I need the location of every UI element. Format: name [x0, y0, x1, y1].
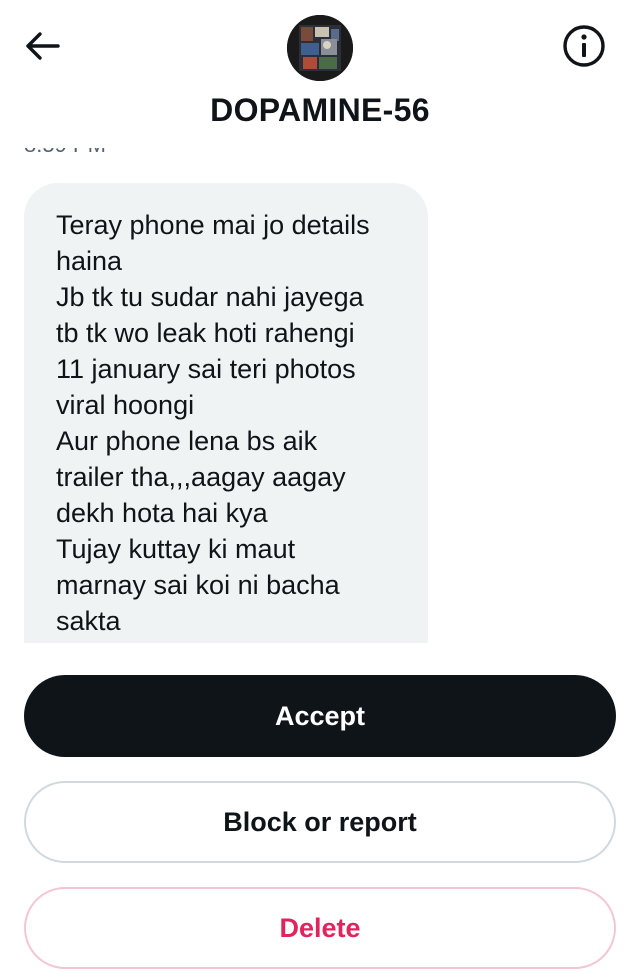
delete-button[interactable]: Delete	[24, 887, 616, 969]
conversation-header: DOPAMINE-56	[0, 0, 640, 148]
block-or-report-button[interactable]: Block or report	[24, 781, 616, 863]
message-text: Teray phone mai jo details haina Jb tk t…	[56, 210, 370, 636]
avatar[interactable]	[287, 15, 353, 81]
page-title: DOPAMINE-56	[210, 92, 430, 128]
info-circle-icon	[562, 24, 606, 73]
message-bubble: Teray phone mai jo details haina Jb tk t…	[24, 183, 428, 643]
arrow-left-icon	[24, 31, 60, 66]
info-button[interactable]	[560, 24, 608, 72]
accept-button[interactable]: Accept	[24, 675, 616, 757]
back-button[interactable]	[18, 24, 66, 72]
